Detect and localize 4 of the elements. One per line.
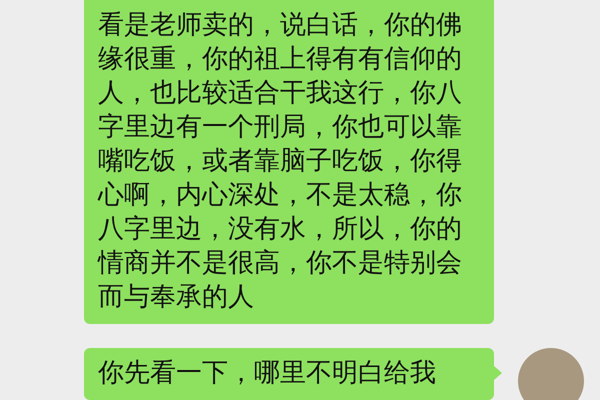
bubble-tail bbox=[494, 366, 502, 380]
message-bubble: 你先看一下，哪里不明白给我 bbox=[84, 348, 494, 400]
avatar-photo-placeholder[interactable] bbox=[518, 348, 584, 400]
message-bubble: 看是老师卖的，说白话，你的佛缘很重，你的祖上得有有信仰的人，也比较适合干我这行，你八字里边有一个刑局，你也可以靠嘴吃饭，或者靠脑子吃饭，你得心啊，内心深处，不是太稳，你八字里边，没有水，所以，你的情商并不是很高，你不是特别会而与奉承的人 bbox=[84, 0, 494, 324]
